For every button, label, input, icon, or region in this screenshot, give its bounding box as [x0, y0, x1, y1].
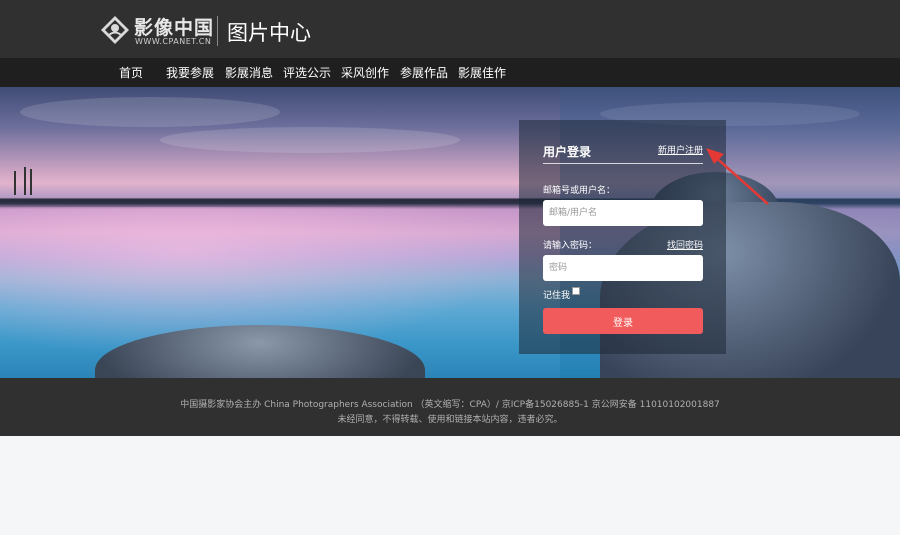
nav-item-featured-works[interactable]: 影展佳作 — [458, 64, 506, 81]
header-divider — [217, 16, 218, 46]
email-label: 邮箱号或用户名： — [543, 186, 616, 196]
login-title: 用户登录 — [543, 145, 592, 159]
red-arrow-icon — [706, 148, 769, 205]
footer-notice: 未经同意，不得转载、使用和链接本站内容，违者必究。 — [337, 415, 563, 425]
cpa-emblem-icon — [101, 16, 129, 44]
hero-cloud — [160, 127, 460, 153]
password-input[interactable] — [543, 255, 703, 281]
nav-item-join-exhibition[interactable]: 我要参展 — [166, 64, 214, 81]
register-link[interactable]: 新用户注册 — [658, 143, 703, 156]
logo-url-text: WWW.CPANET.CN — [135, 37, 212, 46]
logo-chinese-text: 影像中国 — [134, 17, 215, 39]
main-nav: 首页 我要参展 影展消息 评选公示 采风创作 参展作品 影展佳作 — [0, 58, 900, 87]
email-input[interactable] — [543, 200, 703, 226]
login-panel: 用户登录 新用户注册 邮箱号或用户名： 请输入密码： 找回密码 记住我 登录 — [519, 120, 726, 354]
hero-chimney — [24, 167, 26, 195]
remember-me-checkbox[interactable] — [572, 287, 580, 295]
nav-item-selection-results[interactable]: 评选公示 — [283, 64, 331, 81]
login-button[interactable]: 登录 — [543, 308, 703, 334]
site-header: 影像中国 WWW.CPANET.CN 图片中心 — [0, 0, 900, 58]
nav-item-home[interactable]: 首页 — [119, 64, 143, 81]
password-label: 请输入密码： — [543, 241, 598, 251]
site-logo[interactable]: 影像中国 WWW.CPANET.CN — [100, 13, 213, 47]
login-divider — [543, 163, 703, 164]
remember-me-label: 记住我 — [543, 291, 571, 301]
forgot-password-link[interactable]: 找回密码 — [667, 238, 703, 251]
site-footer: 中国摄影家协会主办 China Photographers Associatio… — [0, 378, 900, 436]
hero-banner — [0, 87, 900, 378]
nav-item-entries[interactable]: 参展作品 — [400, 64, 448, 81]
footer-copyright: 中国摄影家协会主办 China Photographers Associatio… — [180, 400, 720, 410]
nav-item-field-creation[interactable]: 采风创作 — [341, 64, 389, 81]
hero-chimney — [14, 171, 16, 195]
site-title: 图片中心 — [227, 21, 311, 45]
hero-chimney — [30, 169, 32, 195]
nav-item-exhibition-news[interactable]: 影展消息 — [225, 64, 273, 81]
hero-cloud — [20, 97, 280, 127]
